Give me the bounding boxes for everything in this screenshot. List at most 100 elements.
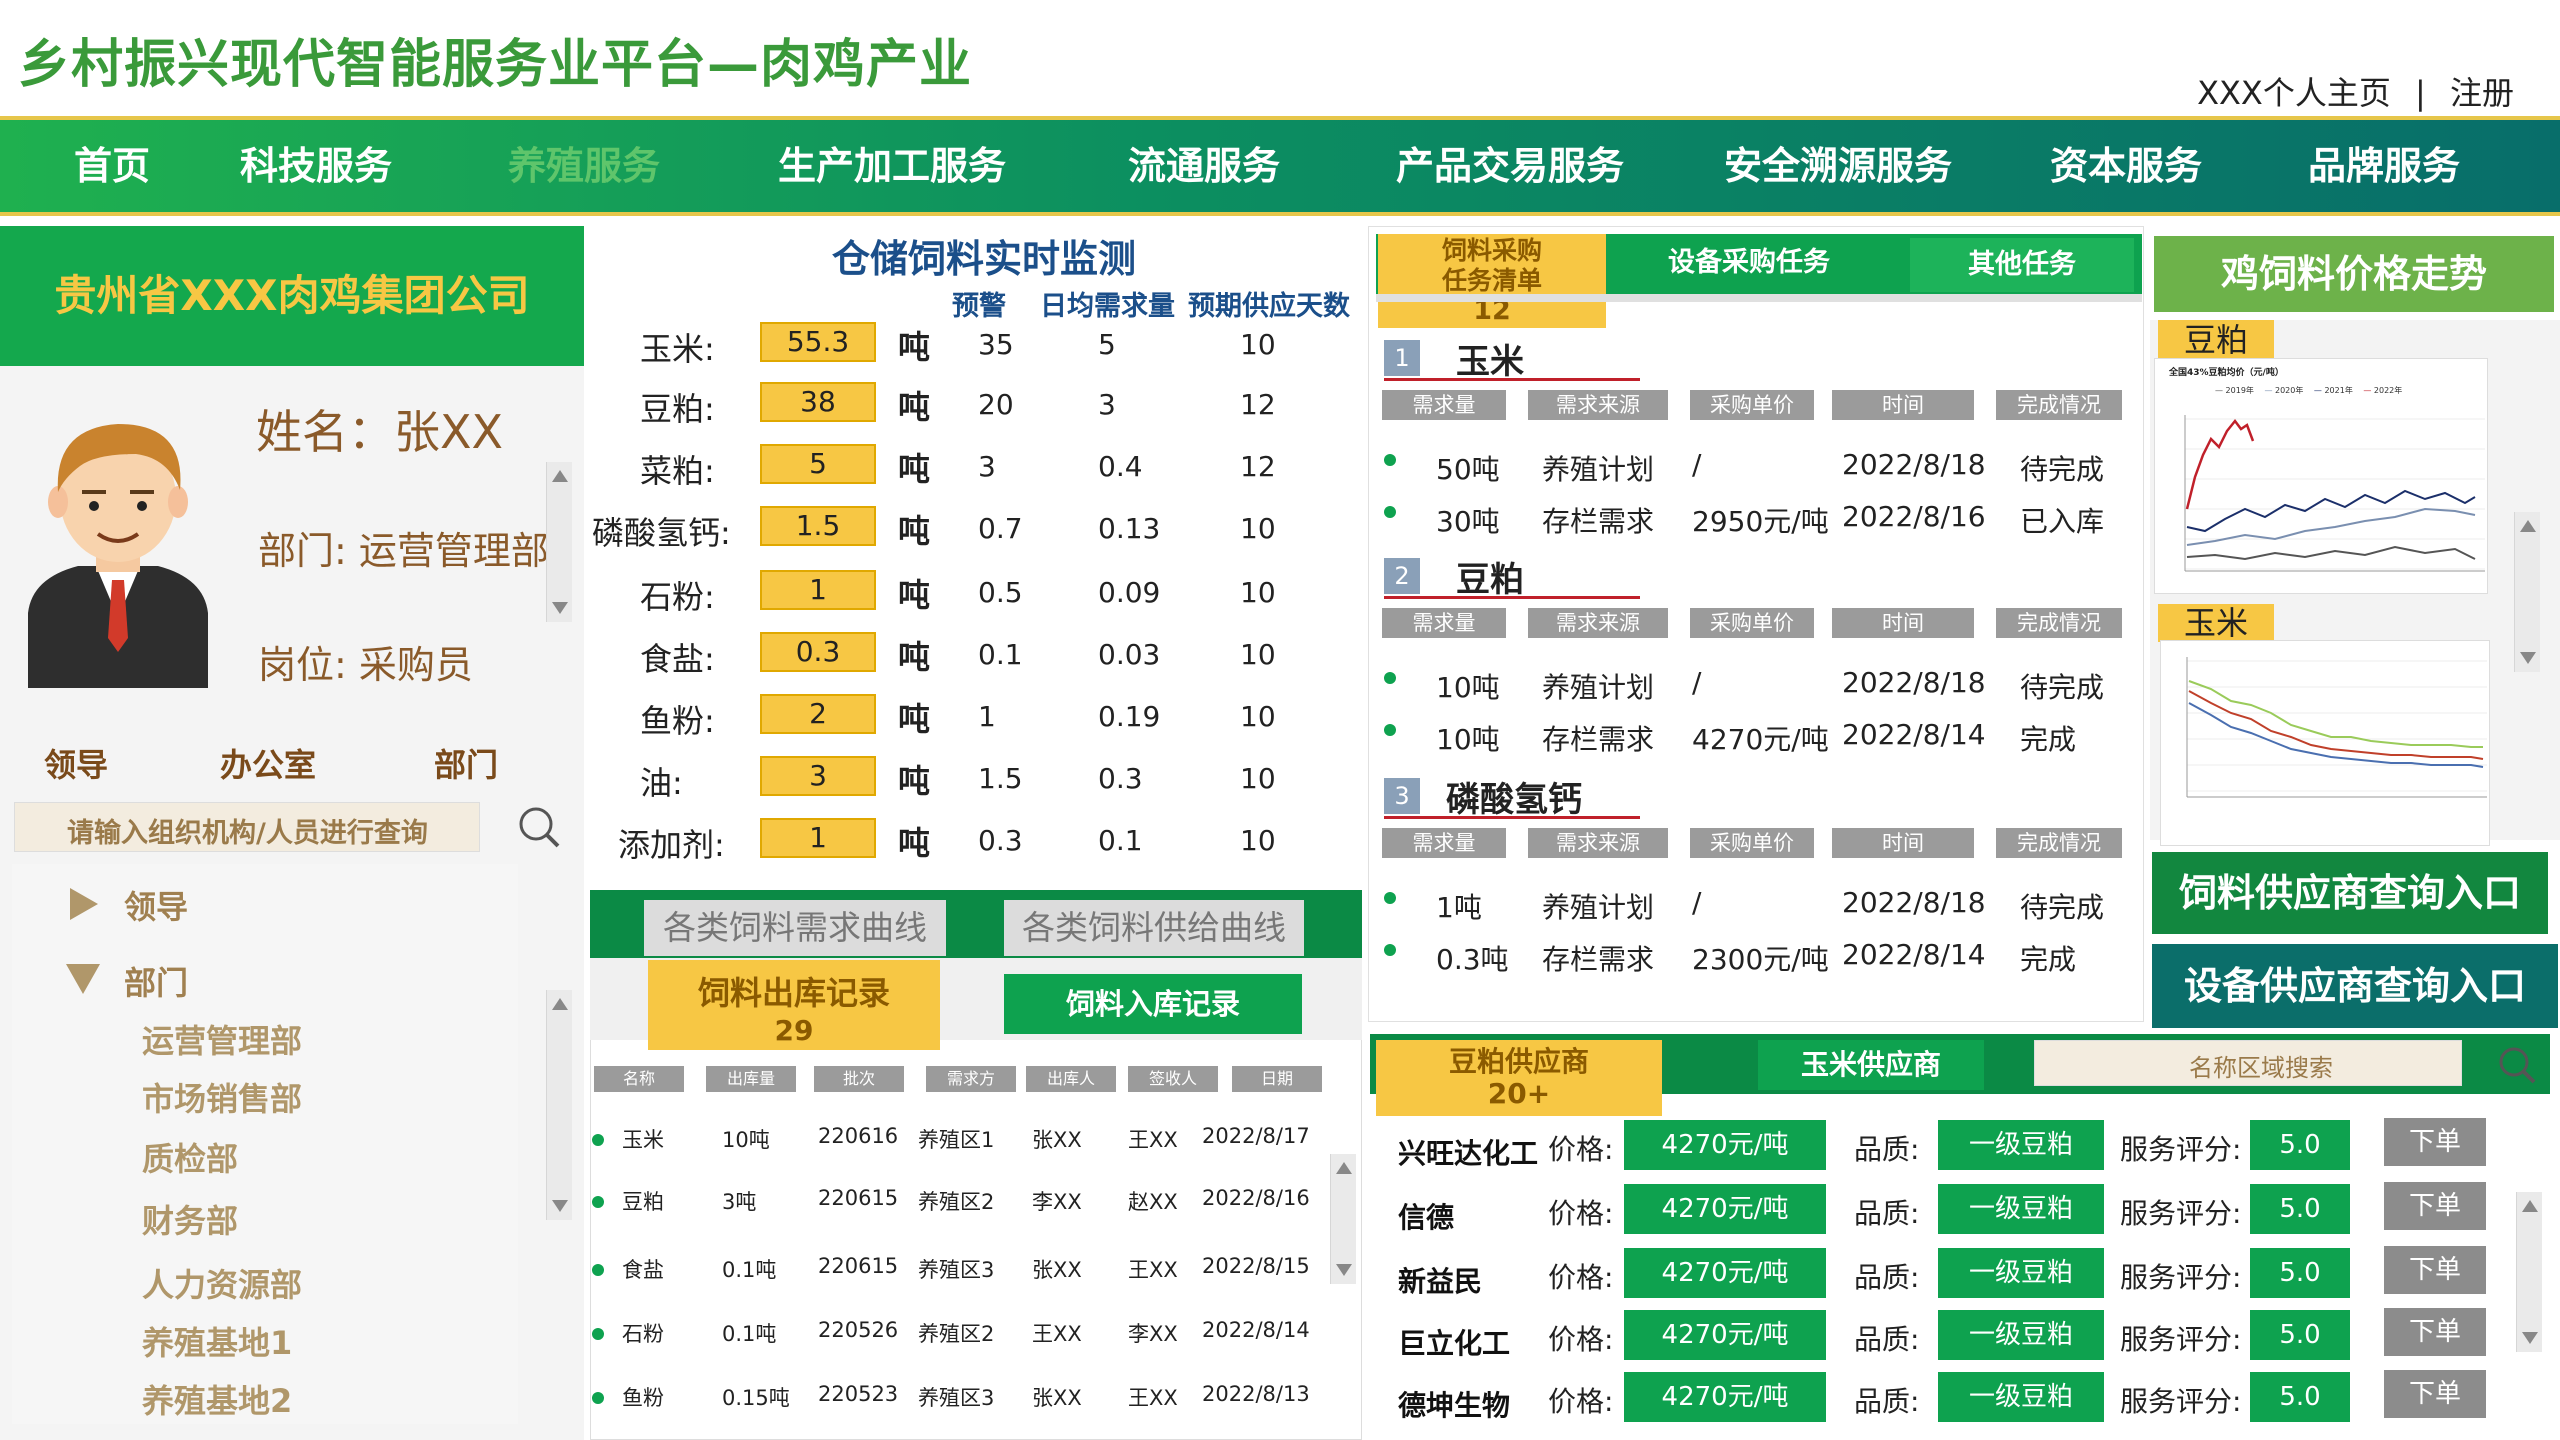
order-button[interactable]: 下单 [2384,1370,2486,1418]
record-cell: 0.1吨 [722,1258,777,1282]
task-cell: 存栏需求 [1542,943,1655,976]
supply-curve-tab[interactable]: 各类饲料供给曲线 [1004,900,1304,956]
order-button[interactable]: 下单 [2384,1182,2486,1230]
task-col-header: 完成情况 [1996,390,2122,420]
stock-quantity: 0.3 [760,632,876,672]
nav-circulation[interactable]: 流通服务 [1128,120,1280,212]
equipment-supplier-entry[interactable]: 设备供应商查询入口 [2152,944,2558,1028]
tree-item[interactable]: 质检部 [142,1134,238,1180]
tree-item[interactable]: 人力资源部 [142,1260,302,1306]
chart-scrollbar[interactable] [2514,512,2540,672]
nav-processing[interactable]: 生产加工服务 [778,120,1006,212]
feed-purchase-tab[interactable]: 饲料采购 任务清单 12 [1378,234,1606,328]
tree-item[interactable]: 养殖基地1 [142,1318,292,1364]
price-value: 4270元/吨 [1624,1372,1826,1422]
task-col-header: 采购单价 [1690,608,1814,638]
org-tab-office[interactable]: 办公室 [220,740,316,786]
record-cell: 2022/8/16 [1202,1186,1310,1210]
feed-supplier-entry[interactable]: 饲料供应商查询入口 [2152,852,2548,934]
score-label: 服务评分: [2120,1197,2242,1230]
record-cell: 李XX [1032,1190,1082,1214]
nav-brand[interactable]: 品牌服务 [2308,120,2460,212]
register-link[interactable]: 注册 [2450,68,2514,114]
search-icon[interactable] [512,800,564,852]
unit-label: 吨 [898,638,931,676]
nav-tech[interactable]: 科技服务 [240,120,392,212]
link-separator: | [2415,74,2426,112]
nav-traceability[interactable]: 安全溯源服务 [1724,120,1952,212]
records-col-header: 批次 [814,1066,904,1092]
nav-breeding[interactable]: 养殖服务 [508,120,660,212]
task-cell: 2022/8/18 [1842,666,1986,699]
profile-scrollbar[interactable] [546,462,572,622]
org-tab-dept[interactable]: 部门 [434,740,498,786]
top-links: XXX个人主页 | 注册 [2197,68,2514,114]
nav-capital[interactable]: 资本服务 [2050,120,2202,212]
order-button[interactable]: 下单 [2384,1246,2486,1294]
order-button[interactable]: 下单 [2384,1308,2486,1356]
status-dot [1384,944,1396,956]
score-value: 5.0 [2250,1310,2350,1360]
col-warning: 预警 [952,291,1006,322]
task-cell: 50吨 [1436,453,1500,486]
record-cell: 张XX [1032,1128,1082,1152]
task-cell: / [1692,448,1702,481]
corn-supplier-tab[interactable]: 玉米供应商 [1758,1040,1984,1090]
nav-trading[interactable]: 产品交易服务 [1396,120,1624,212]
org-search-input[interactable]: 请输入组织机构/人员进行查询 [14,802,480,852]
warning-value: 1.5 [978,762,1023,795]
stock-quantity: 55.3 [760,322,876,362]
equipment-purchase-tab[interactable]: 设备采购任务 [1618,234,1880,292]
tree-leader[interactable]: 领导 [124,882,188,928]
record-cell: 3吨 [722,1190,757,1214]
tree-item[interactable]: 运营管理部 [142,1016,302,1062]
task-cell: 养殖计划 [1542,671,1655,704]
inbound-record-tab[interactable]: 饲料入库记录 [1004,974,1302,1034]
task-col-header: 时间 [1832,608,1974,638]
records-scrollbar[interactable] [1330,1154,1356,1284]
task-col-header: 需求量 [1382,828,1506,858]
stock-quantity: 3 [760,756,876,796]
stock-quantity: 1.5 [760,506,876,546]
tree-item[interactable]: 市场销售部 [142,1074,302,1120]
unit-label: 吨 [898,388,931,426]
expand-arrow-icon[interactable] [70,888,98,920]
task-cell: 10吨 [1436,723,1500,756]
warning-value: 0.1 [978,638,1023,671]
daily-demand-value: 5 [1098,328,1116,361]
status-dot [1384,724,1396,736]
nav-home[interactable]: 首页 [74,120,150,212]
records-col-header: 名称 [594,1066,684,1092]
record-cell: 2022/8/17 [1202,1124,1310,1148]
col-daily-demand: 日均需求量 [1040,291,1175,322]
personal-home-link[interactable]: XXX个人主页 [2197,68,2391,114]
supplier-search-input[interactable]: 名称区域搜索 [2034,1040,2462,1086]
task-cell: 2022/8/18 [1842,448,1986,481]
records-col-header: 日期 [1232,1066,1322,1092]
supplier-scrollbar[interactable] [2516,1192,2542,1352]
status-dot [592,1196,604,1208]
warning-value: 3 [978,450,996,483]
order-button[interactable]: 下单 [2384,1118,2486,1166]
org-tab-leader[interactable]: 领导 [44,740,108,786]
status-dot [1384,672,1396,684]
tree-scrollbar[interactable] [546,990,572,1220]
record-cell: 石粉 [622,1322,664,1346]
other-tasks-tab[interactable]: 其他任务 [1910,238,2134,292]
soy-supplier-tab[interactable]: 豆粕供应商 20+ [1376,1040,1662,1116]
task-cell: 已入库 [2020,505,2105,538]
tree-dept[interactable]: 部门 [124,958,188,1004]
tree-item[interactable]: 养殖基地2 [142,1376,292,1422]
feed-name: 玉米: [640,330,715,368]
search-icon[interactable] [2492,1040,2540,1088]
company-banner: 贵州省XXX肉鸡集团公司 [0,226,584,366]
outbound-record-tab[interactable]: 饲料出库记录 29 [648,960,940,1050]
task-cell: 2022/8/14 [1842,718,1986,751]
collapse-arrow-icon[interactable] [66,964,100,994]
demand-curve-tab[interactable]: 各类饲料需求曲线 [644,900,946,956]
tree-item[interactable]: 财务部 [142,1196,238,1242]
status-dot [1384,454,1396,466]
quality-label: 品质: [1854,1197,1920,1230]
daily-demand-value: 0.03 [1098,638,1161,671]
price-value: 4270元/吨 [1624,1120,1826,1170]
